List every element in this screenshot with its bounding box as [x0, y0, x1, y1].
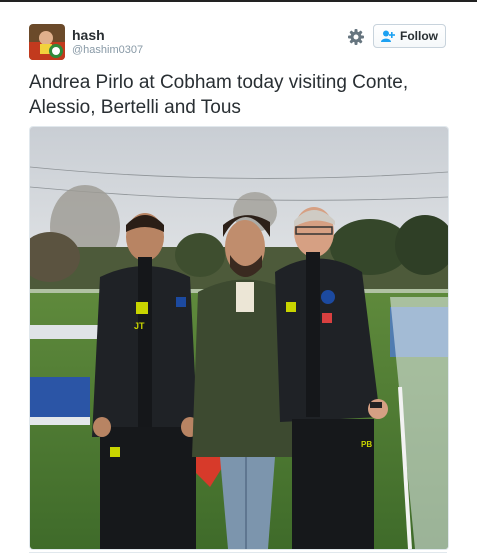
tweet-text-line-2: Alessio, Bertelli and Tous — [29, 97, 241, 118]
photo-image: JT PB — [30, 127, 448, 549]
bottom-divider — [29, 552, 447, 553]
profile-avatar-icon — [29, 24, 65, 60]
top-divider — [0, 0, 477, 2]
add-user-icon — [381, 30, 395, 42]
photo-blue-seat — [30, 377, 90, 417]
user-handle[interactable]: @hashim0307 — [72, 44, 143, 56]
tweet-text: Andrea Pirlo at Cobham today visiting Co… — [29, 70, 449, 120]
follow-label: Follow — [400, 29, 438, 43]
profile-avatar[interactable] — [29, 24, 65, 60]
tweet-photo[interactable]: JT PB — [29, 126, 449, 550]
tweet-text-line-1: Andrea Pirlo at Cobham today visiting Co… — [29, 72, 409, 93]
jacket-initials-right: PB — [361, 440, 372, 449]
gear-icon[interactable] — [347, 28, 365, 46]
display-name[interactable]: hash — [72, 27, 105, 43]
follow-button[interactable]: Follow — [373, 24, 446, 48]
jacket-initials-left: JT — [134, 321, 145, 331]
